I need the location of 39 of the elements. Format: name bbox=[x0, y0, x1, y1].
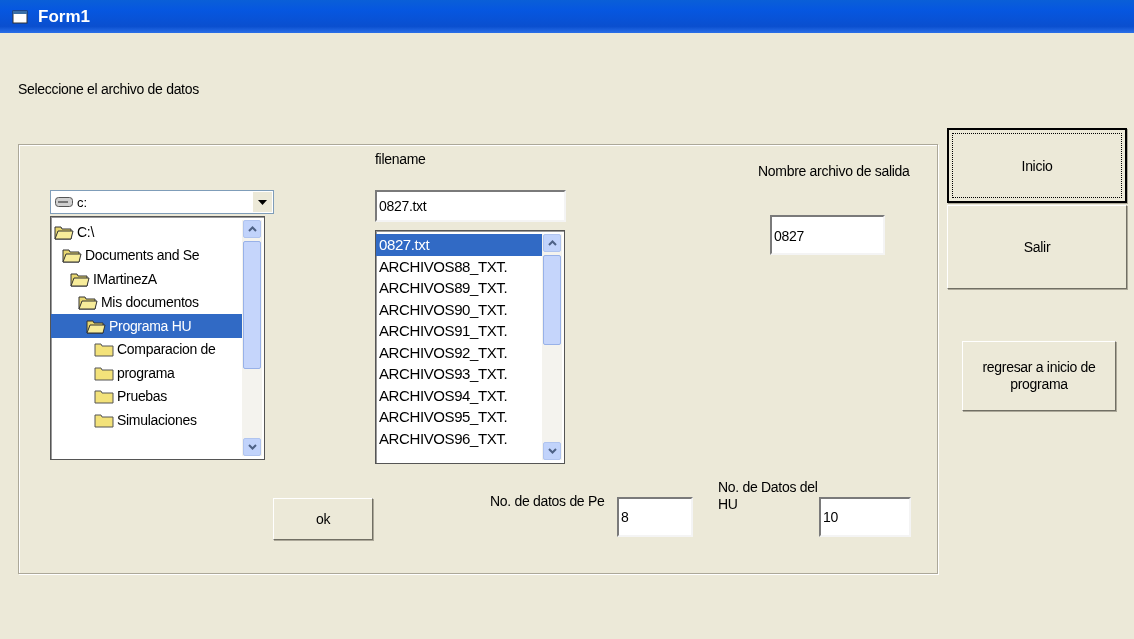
file-item[interactable]: ARCHIVOS93_TXT. bbox=[376, 363, 542, 385]
drive-combo[interactable]: c: bbox=[50, 190, 274, 214]
file-item[interactable]: ARCHIVOS95_TXT. bbox=[376, 406, 542, 428]
filename-field[interactable]: 0827.txt bbox=[375, 190, 566, 222]
folder-item[interactable]: Simulaciones bbox=[115, 410, 199, 429]
file-item[interactable]: ARCHIVOS88_TXT. bbox=[376, 255, 542, 277]
caret-icon bbox=[258, 199, 267, 205]
hu-count-label: No. de Datos del HU bbox=[718, 479, 819, 513]
pe-count-label: No. de datos de Pe bbox=[490, 493, 606, 510]
window-title: Form1 bbox=[38, 6, 90, 27]
file-item[interactable]: ARCHIVOS90_TXT. bbox=[376, 298, 542, 320]
folder-item[interactable]: Documents and Se bbox=[83, 246, 202, 265]
scrollbar[interactable] bbox=[242, 220, 262, 456]
file-item[interactable]: ARCHIVOS96_TXT. bbox=[376, 427, 542, 449]
folder-item[interactable]: Comparacion de bbox=[115, 340, 218, 359]
filename-label: filename bbox=[375, 151, 426, 168]
file-item[interactable]: ARCHIVOS91_TXT. bbox=[376, 320, 542, 342]
pe-count-field[interactable]: 8 bbox=[617, 497, 693, 537]
hu-count-field[interactable]: 10 bbox=[819, 497, 911, 537]
select-file-label: Seleccione el archivo de datos bbox=[18, 81, 200, 98]
drive-icon bbox=[55, 197, 73, 207]
form-button[interactable]: Salir bbox=[947, 205, 1127, 289]
folder-item[interactable]: programa bbox=[115, 363, 177, 382]
form-button[interactable]: Inicio bbox=[947, 128, 1127, 203]
folder-item[interactable]: Pruebas bbox=[115, 387, 170, 406]
form-button[interactable]: regresar a inicio de programa bbox=[962, 341, 1116, 411]
file-item[interactable]: ARCHIVOS92_TXT. bbox=[376, 341, 542, 363]
ok-button[interactable]: ok bbox=[273, 498, 373, 540]
file-item[interactable]: ARCHIVOS89_TXT. bbox=[376, 277, 542, 299]
file-item[interactable]: 0827.txt bbox=[376, 234, 542, 256]
window-icon bbox=[12, 9, 28, 24]
scrollbar[interactable] bbox=[542, 234, 562, 460]
output-file-field[interactable]: 0827 bbox=[770, 215, 885, 255]
output-file-label: Nombre archivo de salida bbox=[758, 163, 911, 180]
folder-item[interactable]: C:\ bbox=[75, 222, 96, 241]
file-item[interactable]: ARCHIVOS94_TXT. bbox=[376, 384, 542, 406]
folder-item[interactable]: Mis documentos bbox=[99, 293, 201, 312]
dropdown-button[interactable] bbox=[253, 192, 272, 212]
folder-item[interactable]: IMartinezA bbox=[91, 269, 159, 288]
